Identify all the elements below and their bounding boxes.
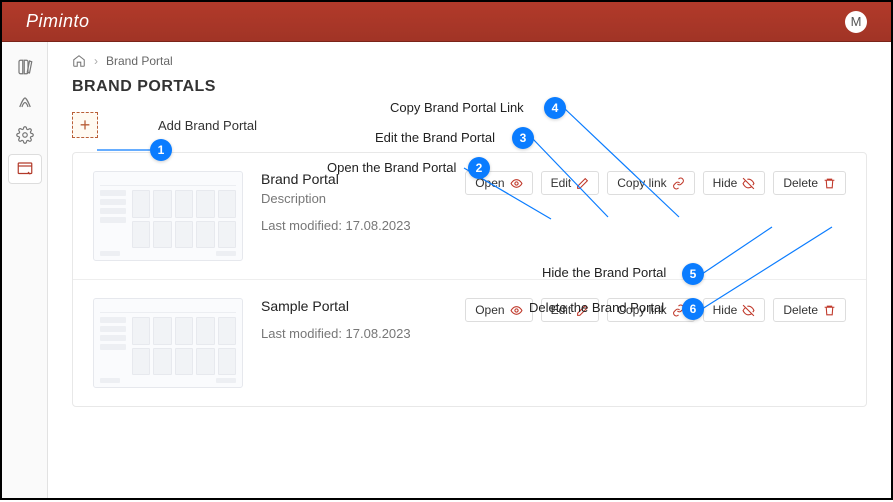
page-title: BRAND PORTALS (72, 78, 867, 96)
breadcrumb: › Brand Portal (72, 54, 867, 68)
app-header: Piminto M (2, 2, 891, 42)
callout-text-4: Copy Brand Portal Link (390, 100, 524, 115)
eye-off-icon (742, 177, 755, 190)
avatar[interactable]: M (845, 11, 867, 33)
callout-badge-5: 5 (682, 263, 704, 285)
chevron-right-icon: › (94, 54, 98, 68)
sidebar-item-assets[interactable] (8, 86, 42, 116)
callout-text-5: Hide the Brand Portal (542, 265, 666, 280)
sidebar-item-catalog[interactable] (8, 52, 42, 82)
portal-list: Brand Portal Description Last modified: … (72, 152, 867, 407)
edit-button[interactable]: Edit (541, 171, 600, 195)
sidebar (2, 42, 48, 498)
sidebar-item-settings[interactable] (8, 120, 42, 150)
copy-link-button[interactable]: Copy link (607, 171, 694, 195)
callout-badge-2: 2 (468, 157, 490, 179)
callout-text-6: Delete the Brand Portal (529, 300, 664, 315)
callout-badge-1: 1 (150, 139, 172, 161)
pencil-icon (576, 177, 589, 190)
callout-badge-6: 6 (682, 298, 704, 320)
callout-badge-3: 3 (512, 127, 534, 149)
eye-icon (510, 304, 523, 317)
sidebar-item-brand-portal[interactable] (8, 154, 42, 184)
delete-button[interactable]: Delete (773, 298, 846, 322)
eye-off-icon (742, 304, 755, 317)
portal-thumbnail[interactable] (93, 171, 243, 261)
portal-modified: Last modified: 17.08.2023 (261, 326, 846, 341)
add-brand-portal-button[interactable]: + (72, 112, 98, 138)
home-icon[interactable] (72, 54, 86, 68)
hide-button[interactable]: Hide (703, 298, 766, 322)
breadcrumb-item[interactable]: Brand Portal (106, 54, 173, 68)
portal-modified: Last modified: 17.08.2023 (261, 218, 846, 233)
callout-text-3: Edit the Brand Portal (375, 130, 495, 145)
delete-button[interactable]: Delete (773, 171, 846, 195)
portal-thumbnail[interactable] (93, 298, 243, 388)
portal-card: Sample Portal Last modified: 17.08.2023 … (73, 280, 866, 406)
trash-icon (823, 177, 836, 190)
callout-badge-4: 4 (544, 97, 566, 119)
app-logo: Piminto (26, 11, 90, 32)
open-button[interactable]: Open (465, 298, 532, 322)
add-brand-portal-label: Add Brand Portal (158, 118, 257, 133)
callout-text-2: Open the Brand Portal (327, 160, 456, 175)
hide-button[interactable]: Hide (703, 171, 766, 195)
link-icon (672, 177, 685, 190)
eye-icon (510, 177, 523, 190)
trash-icon (823, 304, 836, 317)
